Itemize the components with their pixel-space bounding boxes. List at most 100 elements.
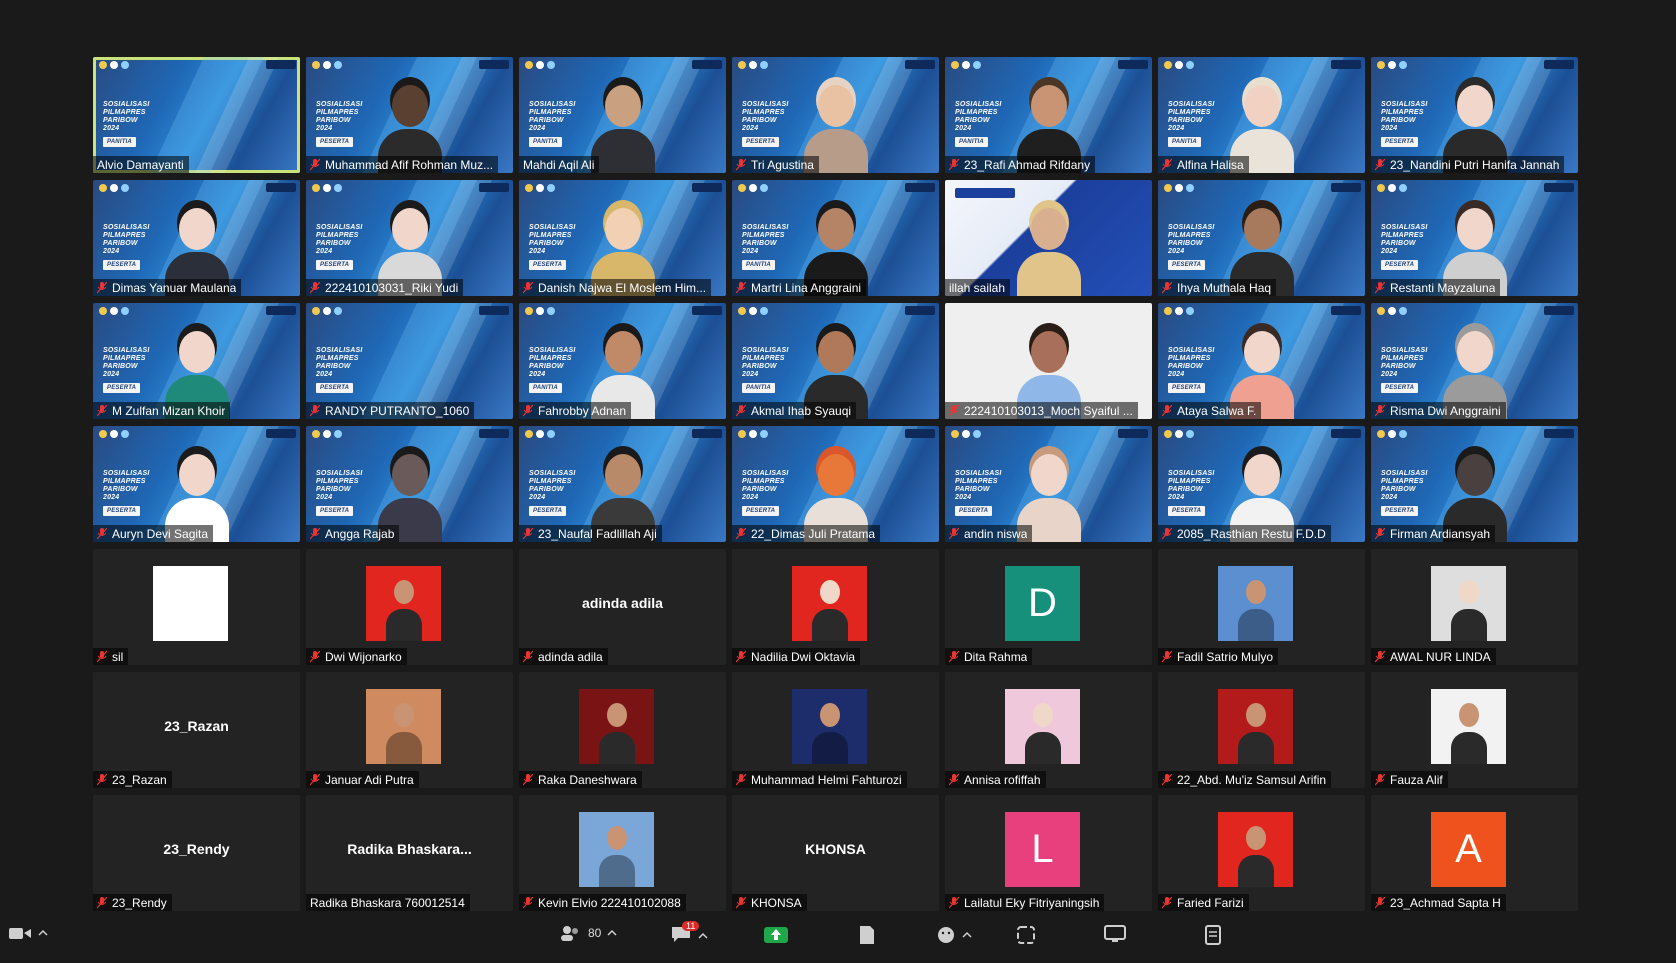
participant-tile[interactable]: SOSIALISASI PILMAPRES PARIBOW 2024 PANITIA 23… — [945, 57, 1152, 173]
mic-muted-icon — [1162, 281, 1172, 293]
participant-tile[interactable]: SOSIALISASI PILMAPRES PARIBOW 2024 PESERTA Fi… — [1371, 426, 1578, 542]
participants-button[interactable]: 80 — [560, 925, 617, 941]
chevron-up-icon[interactable] — [698, 932, 708, 940]
participant-tile[interactable]: SOSIALISASI PILMAPRES PARIBOW 2024 PESERTA RA… — [306, 303, 513, 419]
view-button[interactable] — [1104, 925, 1126, 943]
poster-text: PARIBOW — [103, 363, 138, 370]
logo-strip — [525, 307, 555, 315]
participant-tile[interactable]: Fadil Satrio Mulyo — [1158, 549, 1365, 665]
participant-tile[interactable]: 22_Abd. Mu'iz Samsul Arifin — [1158, 672, 1365, 788]
logo-strip — [738, 430, 768, 438]
participant-tile[interactable]: 23_Razan 23_Razan — [93, 672, 300, 788]
brand-logo — [1331, 429, 1361, 438]
avatar-figure — [1238, 826, 1274, 887]
participant-tile[interactable]: AWAL NUR LINDA — [1371, 549, 1578, 665]
participant-tile[interactable]: SOSIALISASI PILMAPRES PARIBOW 2024 PESERTA Ri… — [1371, 303, 1578, 419]
participant-tile[interactable]: Raka Daneshwara — [519, 672, 726, 788]
avatar-figure — [386, 580, 422, 641]
participant-tile[interactable]: illah sailah — [945, 180, 1152, 296]
avatar — [1218, 812, 1293, 887]
participant-tile[interactable]: Januar Adi Putra — [306, 672, 513, 788]
participant-name-label: Raka Daneshwara — [519, 771, 642, 788]
participant-name-label: Fauza Alif — [1371, 771, 1448, 788]
participant-tile[interactable]: KHONSA KHONSA — [732, 795, 939, 911]
chat-button[interactable]: 11 — [670, 921, 708, 946]
chevron-up-icon[interactable] — [607, 929, 617, 937]
participant-name-label: 222410103013_Moch Syaiful ... — [945, 402, 1138, 419]
event-poster: SOSIALISASI PILMAPRES PARIBOW 2024 PESERTA — [742, 101, 802, 147]
participant-tile[interactable]: Radika Bhaskara... Radika Bhaskara 760012… — [306, 795, 513, 911]
participant-tile[interactable]: SOSIALISASI PILMAPRES PARIBOW 2024 PESERTA Tr… — [732, 57, 939, 173]
poster-text: PILMAPRES — [529, 232, 572, 239]
poster-text: SOSIALISASI — [1381, 347, 1428, 354]
participant-tile[interactable]: Nadilia Dwi Oktavia — [732, 549, 939, 665]
participant-tile[interactable]: SOSIALISASI PILMAPRES PARIBOW 2024 PESERTA At… — [1158, 303, 1365, 419]
participant-tile[interactable]: SOSIALISASI PILMAPRES PARIBOW 2024 PESERTA 22… — [306, 180, 513, 296]
participant-tile[interactable]: SOSIALISASI PILMAPRES PARIBOW 2024 PANITIA Fa… — [519, 303, 726, 419]
participant-tile[interactable]: Dwi Wijonarko — [306, 549, 513, 665]
participant-tile[interactable]: SOSIALISASI PILMAPRES PARIBOW 2024 PESERTA Ih… — [1158, 180, 1365, 296]
participant-name-label: Ihya Muthala Haq — [1158, 279, 1277, 296]
participant-tile[interactable]: Muhammad Helmi Fahturozi — [732, 672, 939, 788]
role-tag: PANITIA — [1168, 137, 1201, 147]
brand-logo — [1544, 306, 1574, 315]
logo-strip — [1377, 61, 1407, 69]
event-poster: SOSIALISASI PILMAPRES PARIBOW 2024 PESERTA — [1381, 347, 1441, 393]
notes-button[interactable] — [1204, 925, 1222, 945]
participant-tile[interactable]: SOSIALISASI PILMAPRES PARIBOW 2024 PESERTA An… — [306, 426, 513, 542]
participant-tile[interactable]: Kevin Elvio 222410102088 — [519, 795, 726, 911]
chevron-up-icon[interactable] — [962, 931, 972, 939]
participant-tile[interactable]: D Dita Rahma — [945, 549, 1152, 665]
whiteboard-button[interactable] — [858, 925, 876, 945]
share-screen-button[interactable] — [764, 925, 788, 943]
participant-tile[interactable]: SOSIALISASI PILMAPRES PARIBOW 2024 PESERTA an… — [945, 426, 1152, 542]
participant-tile[interactable]: SOSIALISASI PILMAPRES PARIBOW 2024 PANITIA Ma… — [519, 57, 726, 173]
participant-tile[interactable]: SOSIALISASI PILMAPRES PARIBOW 2024 PANITIA Al… — [1158, 57, 1365, 173]
poster-text: PILMAPRES — [1381, 355, 1424, 362]
participant-tile[interactable]: SOSIALISASI PILMAPRES PARIBOW 2024 PESERTA Di… — [93, 180, 300, 296]
participant-name-label: 22_Abd. Mu'iz Samsul Arifin — [1158, 771, 1332, 788]
participant-tile[interactable]: adinda adila adinda adila — [519, 549, 726, 665]
participant-tile[interactable]: 222410103013_Moch Syaiful ... — [945, 303, 1152, 419]
participant-tile[interactable]: Faried Farizi — [1158, 795, 1365, 911]
participant-tile[interactable]: SOSIALISASI PILMAPRES PARIBOW 2024 PESERTA 23… — [519, 426, 726, 542]
participant-tile[interactable]: A 23_Achmad Sapta H — [1371, 795, 1578, 911]
participant-tile[interactable]: SOSIALISASI PILMAPRES PARIBOW 2024 PANITIA Ma… — [732, 180, 939, 296]
participant-tile[interactable]: SOSIALISASI PILMAPRES PARIBOW 2024 PESERTA 20… — [1158, 426, 1365, 542]
participant-tile[interactable]: SOSIALISASI PILMAPRES PARIBOW 2024 PESERTA Re… — [1371, 180, 1578, 296]
logo-strip — [738, 307, 768, 315]
event-poster: SOSIALISASI PILMAPRES PARIBOW 2024 PESERTA — [316, 470, 376, 516]
participant-tile[interactable]: Annisa rofiffah — [945, 672, 1152, 788]
participant-name: 222410103013_Moch Syaiful ... — [964, 403, 1133, 418]
avatar — [1431, 566, 1506, 641]
participant-tile[interactable]: L Lailatul Eky Fitriyaningsih — [945, 795, 1152, 911]
role-tag: PESERTA — [1381, 506, 1419, 516]
participant-tile[interactable]: sil — [93, 549, 300, 665]
role-tag: PESERTA — [1168, 383, 1206, 393]
chevron-up-icon[interactable] — [38, 929, 48, 937]
display-name-large: 23_Razan — [164, 718, 229, 734]
participant-tile[interactable]: SOSIALISASI PILMAPRES PARIBOW 2024 PESERTA 23… — [1371, 57, 1578, 173]
poster-text: SOSIALISASI — [1168, 101, 1215, 108]
participant-tile[interactable]: SOSIALISASI PILMAPRES PARIBOW 2024 PESERTA M … — [93, 303, 300, 419]
participant-tile[interactable]: Fauza Alif — [1371, 672, 1578, 788]
apps-button[interactable] — [1016, 925, 1036, 945]
participant-tile[interactable]: SOSIALISASI PILMAPRES PARIBOW 2024 PESERTA Au… — [93, 426, 300, 542]
participant-tile[interactable]: SOSIALISASI PILMAPRES PARIBOW 2024 PANITIA Al… — [93, 57, 300, 173]
participant-video — [590, 77, 655, 173]
mic-muted-icon — [949, 773, 959, 785]
reactions-button[interactable] — [936, 925, 972, 945]
participant-tile[interactable]: SOSIALISASI PILMAPRES PARIBOW 2024 PESERTA 22… — [732, 426, 939, 542]
poster-text: 2024 — [955, 494, 972, 501]
participant-tile[interactable]: 23_Rendy 23_Rendy — [93, 795, 300, 911]
video-button[interactable] — [8, 925, 48, 941]
mic-muted-icon — [310, 158, 320, 170]
emoji-icon — [938, 927, 954, 943]
participant-name: Faried Farizi — [1177, 895, 1244, 910]
mic-muted-icon — [1375, 773, 1385, 785]
brand-logo — [905, 183, 935, 192]
participant-tile[interactable]: SOSIALISASI PILMAPRES PARIBOW 2024 PESERTA Mu… — [306, 57, 513, 173]
participant-tile[interactable]: SOSIALISASI PILMAPRES PARIBOW 2024 PESERTA Da… — [519, 180, 726, 296]
participant-tile[interactable]: SOSIALISASI PILMAPRES PARIBOW 2024 PANITIA Ak… — [732, 303, 939, 419]
participant-name: Martri Lina Anggraini — [751, 280, 862, 295]
